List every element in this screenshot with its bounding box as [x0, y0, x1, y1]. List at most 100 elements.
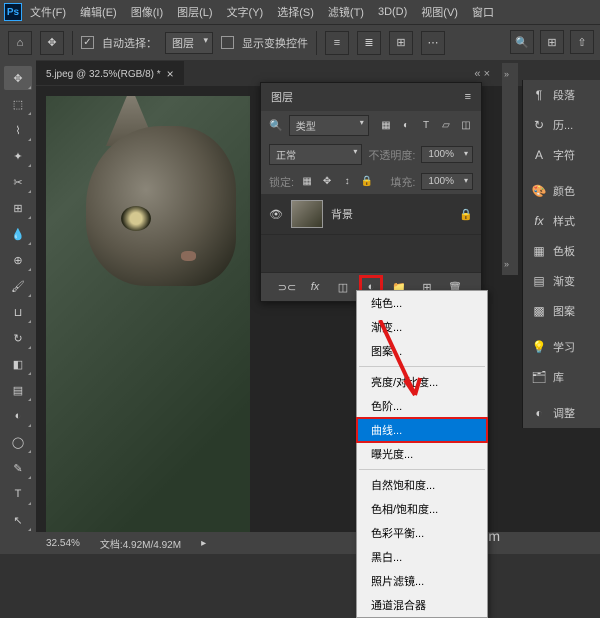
ctx-gradient[interactable]: 渐变... [357, 315, 487, 339]
right-collapse-strip: » » [502, 63, 518, 275]
panel-paragraph[interactable]: ¶段落 [523, 80, 600, 110]
panel-color[interactable]: 🎨颜色 [523, 176, 600, 206]
menu-edit[interactable]: 编辑(E) [74, 2, 123, 22]
blend-row: 正常 不透明度: 100% [261, 140, 481, 169]
ctx-exposure[interactable]: 曝光度... [357, 442, 487, 466]
ctx-photo-filter[interactable]: 照片滤镜... [357, 569, 487, 593]
layer-fx-icon[interactable]: fx [307, 279, 323, 295]
ctx-curves[interactable]: 曲线... [357, 418, 487, 442]
character-icon: A [531, 147, 547, 163]
search-icon[interactable]: 🔍 [510, 30, 534, 54]
opacity-input[interactable]: 100% [421, 146, 473, 163]
dodge-tool[interactable]: ◯ [4, 430, 32, 454]
close-icon[interactable]: × [167, 67, 174, 81]
path-tool[interactable]: ↖ [4, 508, 32, 532]
menu-file[interactable]: 文件(F) [24, 2, 72, 22]
filter-shape-icon[interactable]: ▱ [439, 119, 453, 133]
swatches-icon: ▦ [531, 243, 547, 259]
menu-view[interactable]: 视图(V) [415, 2, 464, 22]
panel-patterns[interactable]: ▩图案 [523, 296, 600, 326]
search-icon[interactable]: 🔍 [269, 119, 283, 132]
move-tool[interactable]: ✥ [4, 66, 32, 90]
type-tool[interactable]: T [4, 482, 32, 506]
ctx-vibrance[interactable]: 自然饱和度... [357, 473, 487, 497]
marquee-tool[interactable]: ⬚ [4, 92, 32, 116]
auto-select-dropdown[interactable]: 图层 [165, 32, 213, 54]
fill-input[interactable]: 100% [421, 173, 473, 190]
home-button[interactable]: ⌂ [8, 31, 32, 55]
more-options-icon[interactable]: ⋯ [421, 31, 445, 55]
panel-learn[interactable]: 💡学习 [523, 332, 600, 362]
menu-type[interactable]: 文字(Y) [221, 2, 270, 22]
menu-image[interactable]: 图像(I) [125, 2, 169, 22]
eyedropper-tool[interactable]: 💧 [4, 222, 32, 246]
frame-tool[interactable]: ⊞ [4, 196, 32, 220]
filter-type-icon[interactable]: T [419, 119, 433, 133]
link-layers-icon[interactable]: ⊃⊂ [279, 279, 295, 295]
panel-menu-icon[interactable]: ≡ [465, 91, 471, 103]
heal-tool[interactable]: ⊕ [4, 248, 32, 272]
panel-libraries[interactable]: 🗂库 [523, 362, 600, 392]
eraser-tool[interactable]: ◧ [4, 352, 32, 376]
filter-pixel-icon[interactable]: ▦ [379, 119, 393, 133]
align-icon[interactable]: ≣ [357, 31, 381, 55]
menu-window[interactable]: 窗口 [466, 2, 500, 22]
stamp-tool[interactable]: ⊔ [4, 300, 32, 324]
lock-all-icon[interactable]: 🔒 [360, 175, 374, 189]
workspace-icon[interactable]: ⊞ [540, 30, 564, 54]
auto-select-checkbox[interactable] [81, 36, 94, 49]
ctx-levels[interactable]: 色阶... [357, 394, 487, 418]
filter-type-dropdown[interactable]: 类型 [289, 115, 369, 136]
blend-mode-dropdown[interactable]: 正常 [269, 144, 362, 165]
blur-tool[interactable]: ◐ [4, 404, 32, 428]
panel-character[interactable]: A字符 [523, 140, 600, 170]
share-icon[interactable]: ⇧ [570, 30, 594, 54]
chevron-right-icon[interactable]: ▸ [201, 538, 206, 549]
menu-layer[interactable]: 图层(L) [171, 2, 218, 22]
panel-history[interactable]: ↻历... [523, 110, 600, 140]
zoom-level[interactable]: 32.54% [46, 538, 80, 549]
brush-tool[interactable]: 🖌 [4, 274, 32, 298]
panel-swatches[interactable]: ▦色板 [523, 236, 600, 266]
layer-item-background[interactable]: 👁 背景 🔒 [261, 194, 481, 235]
menu-3d[interactable]: 3D(D) [372, 4, 413, 20]
document-tab[interactable]: 5.jpeg @ 32.5%(RGB/8) * × [36, 61, 184, 85]
filter-adjust-icon[interactable]: ◐ [399, 119, 413, 133]
align-icon[interactable]: ⊞ [389, 31, 413, 55]
show-transform-checkbox[interactable] [221, 36, 234, 49]
lock-position-icon[interactable]: ✥ [320, 175, 334, 189]
layer-thumbnail[interactable] [291, 200, 323, 228]
menu-select[interactable]: 选择(S) [271, 2, 320, 22]
fill-label: 填充: [390, 174, 415, 190]
menu-filter[interactable]: 滤镜(T) [322, 2, 370, 22]
panel-adjustments[interactable]: ◐调整 [523, 398, 600, 428]
lock-icon[interactable]: 🔒 [459, 208, 473, 221]
filter-smart-icon[interactable]: ◫ [459, 119, 473, 133]
wand-tool[interactable]: ✦ [4, 144, 32, 168]
ctx-color-balance[interactable]: 色彩平衡... [357, 521, 487, 545]
ctx-brightness[interactable]: 亮度/对比度... [357, 370, 487, 394]
lasso-tool[interactable]: ⌇ [4, 118, 32, 142]
align-icon[interactable]: ≡ [325, 31, 349, 55]
move-tool-icon[interactable]: ✥ [40, 31, 64, 55]
ctx-black-white[interactable]: 黑白... [357, 545, 487, 569]
ctx-solid-color[interactable]: 纯色... [357, 291, 487, 315]
lock-artboard-icon[interactable]: ↕ [340, 175, 354, 189]
lock-pixels-icon[interactable]: ▦ [300, 175, 314, 189]
layer-mask-icon[interactable]: ◫ [335, 279, 351, 295]
ctx-channel-mixer[interactable]: 通道混合器 [357, 593, 487, 617]
filter-row: 🔍 类型 ▦ ◐ T ▱ ◫ [261, 111, 481, 140]
gradient-tool[interactable]: ▤ [4, 378, 32, 402]
visibility-icon[interactable]: 👁 [269, 208, 283, 221]
history-brush-tool[interactable]: ↻ [4, 326, 32, 350]
panel-header[interactable]: 图层 ≡ [261, 83, 481, 111]
expand-icon[interactable]: » [504, 69, 516, 79]
panel-styles[interactable]: fx样式 [523, 206, 600, 236]
pen-tool[interactable]: ✎ [4, 456, 32, 480]
crop-tool[interactable]: ✂ [4, 170, 32, 194]
panel-gradients[interactable]: ▤渐变 [523, 266, 600, 296]
collapse-icon[interactable]: « × [474, 68, 490, 80]
expand-icon[interactable]: » [504, 259, 516, 269]
ctx-pattern[interactable]: 图案... [357, 339, 487, 363]
ctx-hue-saturation[interactable]: 色相/饱和度... [357, 497, 487, 521]
